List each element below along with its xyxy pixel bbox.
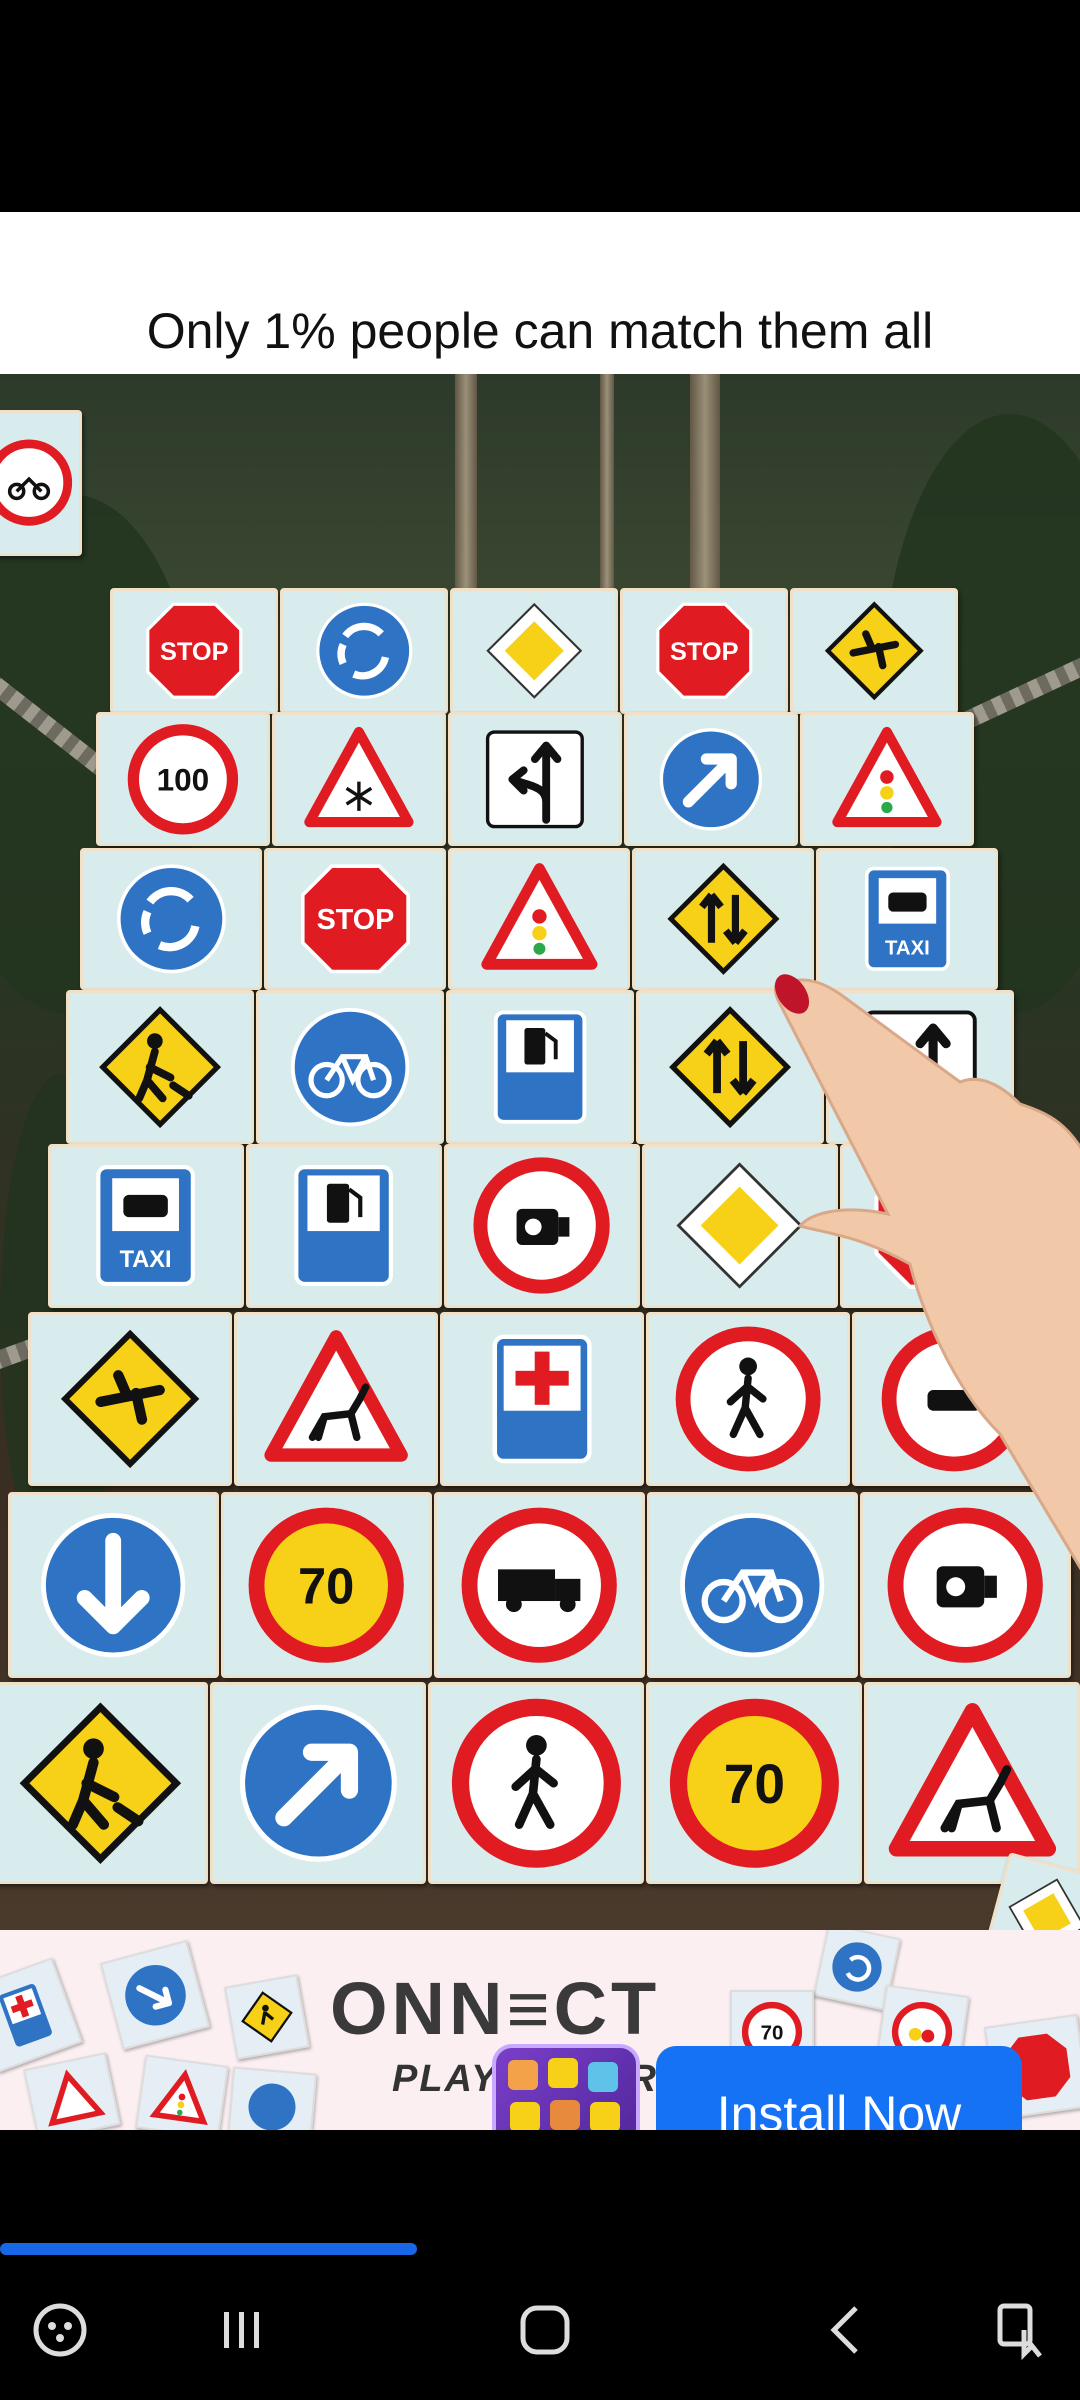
- fuel-station-icon: [493, 1010, 587, 1124]
- deer-warning-icon: [264, 1330, 408, 1462]
- traffic-light-warning-icon: [832, 726, 942, 827]
- fuel-station-icon: [294, 1165, 394, 1287]
- match-tile[interactable]: [280, 588, 448, 714]
- sign-text: STOP: [316, 904, 394, 936]
- sign-text: 100: [157, 761, 210, 797]
- motorcycle-no-entry-icon: [0, 439, 73, 527]
- sign-text: 70: [723, 1753, 784, 1815]
- match-tile[interactable]: TAXI: [48, 1144, 244, 1308]
- direction-arrow-icon: [239, 1704, 397, 1862]
- match-tile[interactable]: [8, 1492, 219, 1678]
- match-tile[interactable]: [428, 1682, 644, 1884]
- taxi-icon: TAXI: [864, 866, 950, 972]
- ad-headline: Only 1% people can match them all: [146, 303, 934, 359]
- match-tile[interactable]: 70: [646, 1682, 862, 1884]
- banner-tile: [0, 1957, 83, 2073]
- airport-icon: [824, 601, 924, 701]
- speed-limit-70-icon: 70: [248, 1507, 405, 1663]
- sign-text: STOP: [670, 638, 739, 666]
- match-tile[interactable]: [864, 1682, 1080, 1884]
- sign-text: STOP: [160, 638, 229, 666]
- banner-tile: [226, 2066, 318, 2130]
- match-tile[interactable]: STOP: [110, 588, 278, 714]
- match-tile[interactable]: 70: [221, 1492, 432, 1678]
- road-works-icon: [19, 1702, 181, 1864]
- stop-sign-icon: STOP: [655, 602, 753, 700]
- speed-camera-icon: [473, 1157, 611, 1295]
- status-bar-area: [0, 0, 1080, 212]
- stop-sign-icon: STOP: [300, 864, 410, 974]
- match-tile[interactable]: [448, 848, 630, 990]
- video-progress-bar[interactable]: [0, 2243, 1080, 2255]
- taxi-icon: TAXI: [96, 1165, 196, 1287]
- screen-assist-icon[interactable]: [980, 2290, 1060, 2370]
- match-tile[interactable]: [448, 712, 622, 846]
- video-progress-fill: [0, 2243, 417, 2255]
- banner-tile: [135, 2054, 229, 2130]
- back-icon[interactable]: [808, 2290, 888, 2370]
- bicycle-icon: [290, 1007, 410, 1127]
- priority-road-icon: [486, 603, 582, 699]
- banner-tile: [99, 1939, 211, 2051]
- match-tile[interactable]: [800, 712, 974, 846]
- sign-text: TAXI: [120, 1248, 172, 1274]
- match-tile[interactable]: [246, 1144, 442, 1308]
- sign-text: 70: [298, 1557, 354, 1614]
- match-tile[interactable]: [210, 1682, 426, 1884]
- match-tile[interactable]: [444, 1144, 640, 1308]
- match-tile[interactable]: STOP: [264, 848, 446, 990]
- hospital-icon: [492, 1334, 592, 1464]
- deer-warning-icon: [888, 1702, 1056, 1857]
- banner-tile: [23, 2052, 121, 2130]
- down-arrow-icon: [41, 1512, 186, 1658]
- banner-tile: [224, 1974, 310, 2060]
- no-pedestrians-icon: [451, 1698, 621, 1868]
- snow-warning-icon: [304, 726, 414, 827]
- home-icon[interactable]: [505, 2290, 585, 2370]
- two-way-traffic-icon: [666, 862, 780, 976]
- no-trucks-icon: [461, 1507, 618, 1663]
- match-tile[interactable]: [440, 1312, 644, 1486]
- match-tile[interactable]: [434, 1492, 645, 1678]
- match-tile[interactable]: [28, 1312, 232, 1486]
- game-launcher-icon[interactable]: [20, 2290, 100, 2370]
- game-logo: ONN≡CT: [330, 1967, 661, 2050]
- traffic-light-warning-icon: [480, 863, 598, 970]
- match-tile[interactable]: [624, 712, 798, 846]
- selected-tile[interactable]: [0, 410, 82, 556]
- match-tile[interactable]: 100: [96, 712, 270, 846]
- speed-limit-70-icon: 70: [669, 1698, 839, 1868]
- match-tile[interactable]: [790, 588, 958, 714]
- road-works-icon: [99, 1006, 221, 1128]
- match-tile[interactable]: [66, 990, 254, 1144]
- match-tile[interactable]: [272, 712, 446, 846]
- game-scene[interactable]: STOPSTOP100STOPTAXITAXISTOP7070: [0, 374, 1080, 1930]
- pointing-hand-image: [774, 974, 1080, 1571]
- match-tile[interactable]: [450, 588, 618, 714]
- match-tile[interactable]: STOP: [620, 588, 788, 714]
- speed-limit-100-icon: 100: [127, 723, 239, 835]
- match-tile[interactable]: [446, 990, 634, 1144]
- match-tile[interactable]: [80, 848, 262, 990]
- match-tile[interactable]: [256, 990, 444, 1144]
- stop-sign-icon: STOP: [145, 602, 243, 700]
- recent-apps-icon[interactable]: [202, 2290, 282, 2370]
- roundabout-icon: [116, 864, 226, 974]
- roundabout-icon: [315, 602, 413, 700]
- match-tile[interactable]: [234, 1312, 438, 1486]
- sign-text: TAXI: [885, 938, 930, 960]
- match-tile[interactable]: [0, 1682, 208, 1884]
- ad-headline-banner: Only 1% people can match them all: [0, 212, 1080, 374]
- direction-arrow-icon: [659, 727, 763, 831]
- priority-road-icon: [1008, 1878, 1080, 1930]
- speed-label: 70: [761, 2022, 784, 2045]
- airport-icon: [60, 1329, 200, 1469]
- lane-turn-icon: [486, 730, 584, 828]
